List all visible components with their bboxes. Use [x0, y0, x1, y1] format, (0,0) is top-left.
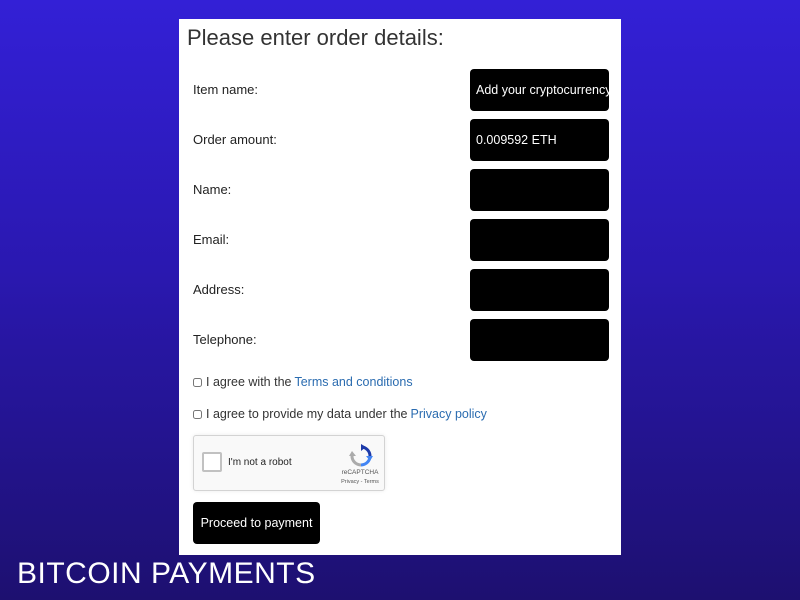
proceed-to-payment-button[interactable]: Proceed to payment — [193, 502, 320, 544]
privacy-text: I agree to provide my data under the — [206, 407, 408, 421]
telephone-label: Telephone: — [193, 332, 257, 347]
name-label: Name: — [193, 182, 232, 197]
order-form-card: Please enter order details: Item name: O… — [179, 19, 621, 555]
recaptcha-label: I'm not a robot — [228, 457, 292, 468]
address-field[interactable] — [470, 269, 609, 311]
recaptcha-widget: I'm not a robot reCAPTCHA Privacy - Term… — [193, 435, 385, 491]
email-row: Email: — [179, 219, 621, 261]
item-name-field[interactable] — [470, 69, 609, 111]
name-row: Name: — [179, 169, 621, 211]
email-field[interactable] — [470, 219, 609, 261]
recaptcha-terms-links[interactable]: Privacy - Terms — [334, 479, 386, 485]
privacy-link[interactable]: Privacy policy — [411, 407, 487, 421]
address-row: Address: — [179, 269, 621, 311]
privacy-checkbox[interactable] — [193, 409, 202, 419]
terms-link[interactable]: Terms and conditions — [294, 375, 412, 389]
telephone-field[interactable] — [470, 319, 609, 361]
form-title: Please enter order details: — [187, 25, 444, 50]
privacy-agreement: I agree to provide my data under the Pri… — [193, 407, 487, 421]
page-caption: BITCOIN PAYMENTS — [17, 557, 316, 590]
terms-text: I agree with the — [206, 375, 292, 389]
recaptcha-brand: reCAPTCHA — [341, 469, 379, 476]
order-amount-row: Order amount: — [179, 119, 621, 161]
telephone-row: Telephone: — [179, 319, 621, 361]
email-label: Email: — [193, 232, 230, 247]
recaptcha-checkbox[interactable] — [202, 452, 222, 472]
item-name-label: Item name: — [193, 82, 259, 97]
terms-agreement: I agree with the Terms and conditions — [193, 375, 413, 389]
order-amount-field[interactable] — [470, 119, 609, 161]
item-name-row: Item name: — [179, 69, 621, 111]
name-field[interactable] — [470, 169, 609, 211]
terms-checkbox[interactable] — [193, 377, 202, 387]
order-amount-label: Order amount: — [193, 132, 277, 147]
address-label: Address: — [193, 282, 245, 297]
